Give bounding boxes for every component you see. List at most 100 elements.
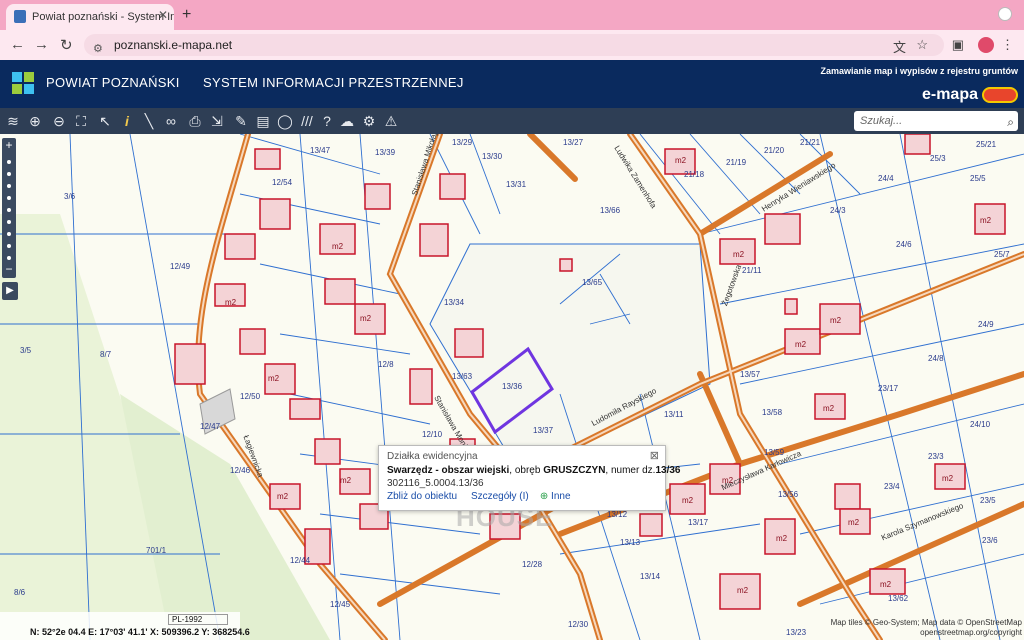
parcel-number-label: 13/34 <box>444 298 465 307</box>
parcel-number-label: 12/44 <box>290 556 311 565</box>
parcel-number-label: 13/27 <box>563 138 584 147</box>
plus-icon[interactable]: ⊕ <box>540 491 548 502</box>
parcel-number-label: 13/31 <box>506 180 527 189</box>
details-link[interactable]: Szczegóły (I) <box>471 491 529 502</box>
search-input[interactable]: Szukaj... ⌕ <box>854 111 1018 131</box>
search-icon[interactable]: ⌕ <box>1007 112 1014 132</box>
building-label: m2 <box>823 404 835 413</box>
new-tab-button[interactable]: + <box>182 6 191 24</box>
tab-title: Powiat poznański - System In <box>32 11 174 23</box>
print-icon[interactable]: ⎙ <box>186 112 204 130</box>
zoom-in-icon[interactable]: ⊕ <box>26 112 44 130</box>
parcel-number-label: 3/5 <box>20 346 32 355</box>
warning-icon[interactable]: ⚠ <box>382 112 400 130</box>
parcel-number-label: 12/45 <box>330 600 351 609</box>
building-label: m2 <box>225 298 237 307</box>
forward-icon[interactable]: → <box>34 36 49 53</box>
parcel-number-label: 12/47 <box>200 422 221 431</box>
order-maps-link[interactable]: Zamawianie map i wypisów z rejestru grun… <box>820 66 1018 76</box>
parcel-number-label: 24/6 <box>896 240 912 249</box>
parcel-number-label: 12/10 <box>422 430 443 439</box>
parcel-number-label: 13/30 <box>482 152 503 161</box>
parcel-number-label: 25/7 <box>994 250 1010 259</box>
reload-icon[interactable]: ↻ <box>60 36 73 54</box>
building-label: m2 <box>737 586 749 595</box>
parcel-number-label: 25/3 <box>930 154 946 163</box>
parcel-number-label: 24/10 <box>970 420 991 429</box>
brand-title[interactable]: POWIAT POZNAŃSKI <box>46 75 180 90</box>
parcel-number-label: 21/11 <box>742 266 762 275</box>
close-icon[interactable]: ✕ <box>158 8 168 22</box>
system-title: SYSTEM INFORMACJI PRZESTRZENNEJ <box>203 75 464 90</box>
zoom-out-icon[interactable]: ⊖ <box>50 112 68 130</box>
parcel-number-label: 13/11 <box>664 410 684 419</box>
attribution-line-2[interactable]: openstreetmap.org/copyright <box>831 628 1022 638</box>
building-label: m2 <box>880 580 892 589</box>
zoom-slider[interactable]: + − <box>2 138 16 278</box>
parcel-number-label: 24/9 <box>978 320 994 329</box>
parcel-number-label: 25/21 <box>976 140 997 149</box>
zoom-to-object-link[interactable]: Zbliż do obiektu <box>387 491 457 502</box>
popup-number: 13/36 <box>655 465 681 476</box>
avatar[interactable] <box>978 37 994 53</box>
crs-select[interactable]: PL-1992 <box>168 614 228 625</box>
measure-icon[interactable]: ╲ <box>140 112 158 130</box>
layers-icon[interactable]: ≋ <box>4 112 22 130</box>
popup-parcel-id: 302116_5.0004.13/36 <box>387 478 484 489</box>
parcel-number-label: 701/1 <box>146 546 167 555</box>
layout-icon[interactable]: ▤ <box>254 112 272 130</box>
translate-icon[interactable]: 文 <box>893 37 906 56</box>
url-input[interactable]: ⚙ poznanski.e-mapa.net <box>84 34 944 56</box>
popup-obreb-prefix: , obręb <box>509 465 544 476</box>
parcel-number-label: 12/50 <box>240 392 261 401</box>
site-info-icon[interactable]: ⚙ <box>93 38 103 60</box>
chat-icon[interactable]: ◯ <box>276 112 294 130</box>
building-label: m2 <box>675 156 687 165</box>
parcel-number-label: 21/21 <box>800 138 821 147</box>
pan-icon[interactable]: ↖ <box>96 112 114 130</box>
parcel-number-label: 12/30 <box>568 620 589 629</box>
browser-tab[interactable]: Powiat poznański - System In ✕ <box>6 4 174 30</box>
menu-icon[interactable]: ⋮ <box>1001 37 1014 53</box>
zoom-extent-icon[interactable]: ⛶ <box>72 112 90 130</box>
side-panel-toggle-icon[interactable]: ▶ <box>2 282 18 300</box>
zoom-plus-icon[interactable]: + <box>2 138 16 152</box>
parcel-number-label: 21/19 <box>726 158 747 167</box>
hatch-icon[interactable]: /// <box>298 112 316 130</box>
parcel-info-popup: Działka ewidencyjna ⊠ Swarzędz - obszar … <box>378 445 680 511</box>
building-label: m2 <box>795 340 807 349</box>
parcel-number-label: 12/54 <box>272 178 293 187</box>
parcel-number-label: 24/3 <box>830 206 846 215</box>
link-icon[interactable]: ∞ <box>162 112 180 130</box>
building-label: m2 <box>848 518 860 527</box>
coordinate-readout: N: 52°2e 04.4 E: 17°03' 41.1' X: 509396.… <box>30 627 250 637</box>
browser-tabstrip: Powiat poznański - System In ✕ + <box>0 0 1024 30</box>
emapa-logo[interactable]: e-mapa <box>922 86 978 104</box>
parcel-number-label: 13/66 <box>600 206 621 215</box>
info-icon[interactable]: i <box>118 112 136 130</box>
building-label: m2 <box>980 216 992 225</box>
parcel-number-label: 24/4 <box>878 174 894 183</box>
parcel-number-label: 13/62 <box>888 594 909 603</box>
parcel-number-label: 23/4 <box>884 482 900 491</box>
close-icon[interactable]: ⊠ <box>650 449 659 462</box>
parcel-number-label: 21/20 <box>764 146 785 155</box>
window-control-icon[interactable] <box>998 7 1012 21</box>
map-canvas[interactable]: 13/27 13/30 13/31 13/29 13/66 13/65 13/34 13/36… <box>0 134 1024 640</box>
parcel-number-label: 24/8 <box>928 354 944 363</box>
settings-icon[interactable]: ⚙ <box>360 112 378 130</box>
back-icon[interactable]: ← <box>10 36 25 53</box>
site-header: POWIAT POZNAŃSKI SYSTEM INFORMACJI PRZES… <box>0 60 1024 108</box>
parcel-number-label: 13/29 <box>452 138 473 147</box>
export-icon[interactable]: ⇲ <box>208 112 226 130</box>
edit-icon[interactable]: ✎ <box>232 112 250 130</box>
zoom-minus-icon[interactable]: − <box>2 262 16 276</box>
other-link[interactable]: Inne <box>551 491 570 502</box>
building-label: m2 <box>277 492 289 501</box>
sidepanel-icon[interactable]: ▣ <box>952 37 964 53</box>
help-icon[interactable]: ? <box>318 112 336 130</box>
cloud-icon[interactable]: ☁ <box>338 112 356 130</box>
bookmark-star-icon[interactable]: ☆ <box>916 37 928 53</box>
parcel-number-label: 23/6 <box>982 536 998 545</box>
parcel-number-label: 12/46 <box>230 466 251 475</box>
